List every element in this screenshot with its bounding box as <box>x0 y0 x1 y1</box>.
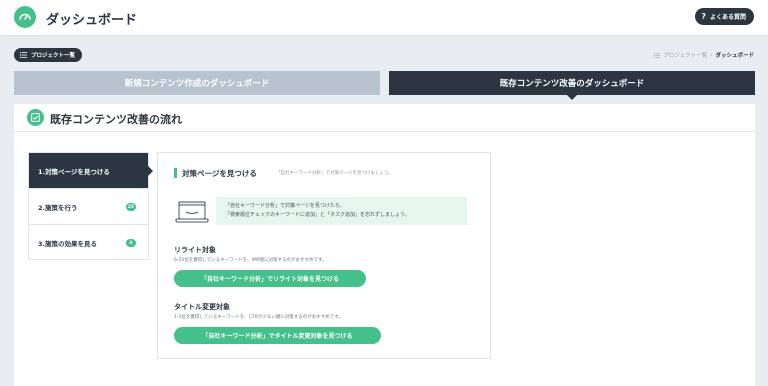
breadcrumb-current: ダッシュボード <box>715 53 754 59</box>
panel-header: 既存コンテンツ改善の流れ <box>14 104 755 132</box>
breadcrumb-separator: › <box>710 52 713 58</box>
step-content: 対策ページを見つける 「自社キーワード分析」で対策ページを見つけましょう。 「自… <box>157 152 491 359</box>
project-list-button[interactable]: プロジェクト一覧 <box>14 48 83 62</box>
hint-box: 「自社キーワード分析」で対策ページを見つけたら、 「検索順位チェックのキーワード… <box>216 197 467 225</box>
list-icon <box>654 52 661 58</box>
breadcrumb: プロジェクト一覧 › ダッシュボード <box>654 51 754 59</box>
title-change-section-title: タイトル変更対象 <box>174 303 230 311</box>
panel-title: 既存コンテンツ改善の流れ <box>50 113 182 126</box>
project-list-label: プロジェクト一覧 <box>31 53 76 59</box>
step-label: 3.施策の効果を見る <box>38 240 97 248</box>
flow-panel: 既存コンテンツ改善の流れ 1.対策ページを見つける 2.施策を行う 25 3.施… <box>14 104 755 386</box>
step-item-1[interactable]: 1.対策ページを見つける <box>29 153 153 189</box>
breadcrumb-link[interactable]: プロジェクト一覧 <box>663 51 707 59</box>
faq-label: よくある質問 <box>709 14 746 21</box>
gauge-icon[interactable] <box>14 6 36 28</box>
tab-new-content-dashboard[interactable]: 新規コンテンツ作成のダッシュボード <box>14 71 380 95</box>
hint-line: 「検索順位チェックのキーワードに追加」と「タスク追加」を忘れずしましょう。 <box>225 211 410 218</box>
rewrite-section-title: リライト対象 <box>174 246 216 254</box>
step-list: 1.対策ページを見つける 2.施策を行う 25 3.施策の効果を見る 4 <box>28 152 153 261</box>
rewrite-section-desc: 6-50位を獲得しているキーワードを、IMP順に対策するのがおすすめです。 <box>174 258 327 263</box>
title-accent-bar <box>174 168 177 178</box>
step-item-2[interactable]: 2.施策を行う 25 <box>29 189 148 225</box>
checklist-icon <box>27 109 44 126</box>
question-icon: ? <box>701 12 706 21</box>
find-title-change-targets-button[interactable]: 「自社キーワード分析」でタイトル変更対象を見つける <box>174 327 381 344</box>
step-item-3[interactable]: 3.施策の効果を見る 4 <box>29 225 148 261</box>
count-badge: 4 <box>126 239 136 247</box>
step-label: 2.施策を行う <box>38 203 78 212</box>
content-title: 対策ページを見つける <box>182 169 257 178</box>
title-change-section-desc: 1-5位を獲得しているキーワードを、CTRが少ない順に対策するのがおすすめです。 <box>174 315 343 320</box>
find-rewrite-targets-button[interactable]: 「自社キーワード分析」でリライト対象を見つける <box>174 270 366 287</box>
page-title: ダッシュボード <box>46 13 138 28</box>
top-bar: ダッシュボード ? よくある質問 <box>0 0 768 36</box>
content-subtitle: 「自社キーワード分析」で対策ページを見つけましょう。 <box>276 171 393 176</box>
list-icon <box>20 52 27 58</box>
count-badge: 25 <box>125 203 136 211</box>
step-label: 1.対策ページを見つける <box>38 167 110 176</box>
laptop-icon <box>175 201 209 223</box>
hint-line: 「自社キーワード分析」で対策ページを見つけたら、 <box>225 203 345 209</box>
faq-button[interactable]: ? よくある質問 <box>695 8 754 25</box>
tab-existing-content-dashboard[interactable]: 既存コンテンツ改善のダッシュボード <box>389 71 755 100</box>
